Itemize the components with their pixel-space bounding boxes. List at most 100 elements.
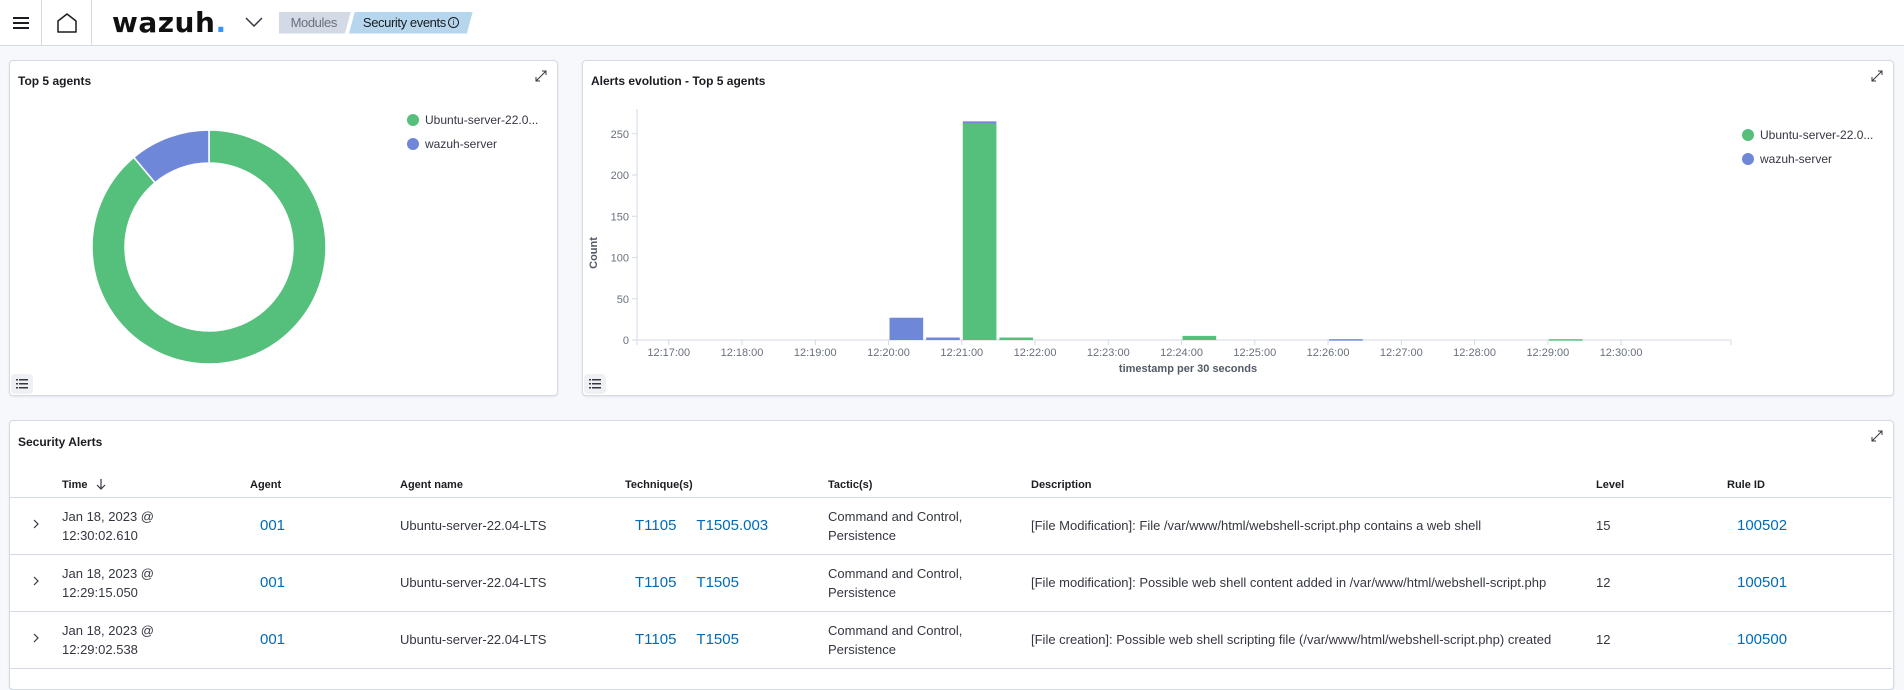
x-tick-label: 12:20:00 (867, 347, 910, 359)
row-expand-button[interactable] (10, 554, 62, 612)
col-header-rule-id[interactable]: Rule ID (1727, 473, 1892, 498)
top-agents-panel: Top 5 agents Ubuntu-server-22.0... wazuh… (9, 60, 558, 396)
col-header-label: Time (62, 479, 88, 492)
cell-level: 15 (1596, 497, 1727, 555)
col-header-description[interactable]: Description (1031, 473, 1596, 498)
logo-dot: . (215, 6, 227, 39)
col-header-tactics[interactable]: Tactic(s) (828, 473, 1031, 498)
x-tick-label: 12:17:00 (647, 347, 690, 359)
cell-description: [File Modification]: File /var/www/html/… (1031, 497, 1596, 555)
x-tick-label: 12:24:00 (1160, 347, 1203, 359)
list-icon (589, 379, 601, 389)
legend-item-ubuntu[interactable]: Ubuntu-server-22.0... (1742, 123, 1873, 147)
bar-legend: Ubuntu-server-22.0... wazuh-server (1742, 123, 1873, 171)
agent-link[interactable]: 001 (260, 517, 285, 534)
technique-link[interactable]: T1105 (635, 631, 676, 648)
rule-id-link[interactable]: 100501 (1737, 574, 1787, 591)
logo-dropdown-button[interactable] (245, 14, 263, 32)
cell-agent-name: Ubuntu-server-22.04-LTS (400, 554, 625, 612)
x-tick-label: 12:21:00 (940, 347, 983, 359)
rule-id-link[interactable]: 100502 (1737, 517, 1787, 534)
hamburger-menu-icon (12, 16, 29, 29)
bar-ubuntu-server-22-0-122100[interactable] (962, 123, 997, 340)
breadcrumb-security-events[interactable]: Security events i (349, 12, 473, 34)
breadcrumb-label: Modules (290, 15, 337, 30)
row-expand-button[interactable] (10, 611, 62, 669)
cell-tactics: Command and Control, Persistence (828, 611, 1031, 669)
table-row[interactable]: Jan 18, 2023 @ 12:30:02.610 001 Ubuntu-se… (10, 497, 1892, 555)
technique-link[interactable]: T1105 (635, 517, 676, 534)
agent-link[interactable]: 001 (260, 631, 285, 648)
security-alerts-panel: Security Alerts Time Agent Agent name Te… (9, 420, 1894, 690)
time-clock: 12:29:15.050 (62, 584, 138, 600)
x-tick-label: 12:30:00 (1600, 347, 1643, 359)
home-icon (56, 12, 77, 33)
time-clock: 12:30:02.610 (62, 527, 138, 543)
legend-label: Ubuntu-server-22.0... (1760, 128, 1874, 142)
security-alerts-table: Time Agent Agent name Technique(s) Tacti… (10, 473, 1892, 669)
col-header-time[interactable]: Time (62, 473, 250, 498)
technique-link[interactable]: T1105 (635, 574, 676, 591)
home-button[interactable] (42, 0, 92, 46)
donut-slice-ubuntu-server-22-04-lts[interactable] (91, 129, 327, 365)
x-tick-label: 12:29:00 (1526, 347, 1569, 359)
chevron-down-icon (245, 16, 263, 27)
x-tick-label: 12:26:00 (1307, 347, 1350, 359)
bar-wazuh-server-122030[interactable] (926, 337, 960, 340)
technique-link[interactable]: T1505 (696, 574, 739, 591)
bar-wazuh-server-122100[interactable] (962, 121, 997, 124)
cell-techniques: T1105 T1505 (625, 554, 828, 612)
legend-item-wazuh-server[interactable]: wazuh-server (1742, 147, 1873, 171)
toggle-legend-button[interactable] (11, 374, 33, 394)
legend-swatch (1742, 129, 1754, 141)
technique-link[interactable]: T1505 (696, 631, 739, 648)
bar-chart: Count timestamp per 30 seconds 0 50 100 150… (588, 109, 1732, 375)
breadcrumb-modules[interactable]: Modules (279, 12, 351, 34)
technique-link[interactable]: T1505.003 (696, 517, 768, 534)
top-nav-bar: wazuh. Modules Security events i (0, 0, 1904, 46)
bar-wazuh-server-122000[interactable] (889, 317, 924, 340)
y-tick-label: 100 (611, 253, 629, 265)
time-clock: 12:29:02.538 (62, 641, 138, 657)
legend-swatch (1742, 153, 1754, 165)
time-date: Jan 18, 2023 @ (62, 508, 154, 524)
x-tick-label: 12:19:00 (794, 347, 837, 359)
cell-rule-id: 100502 (1727, 497, 1892, 555)
agent-link[interactable]: 001 (260, 574, 285, 591)
logo-text: wazuh (112, 6, 216, 39)
cell-level: 12 (1596, 554, 1727, 612)
legend-label: Ubuntu-server-22.0... (425, 113, 539, 127)
cell-techniques: T1105 T1505.003 (625, 497, 828, 555)
legend-item-wazuh-server[interactable]: wazuh-server (407, 132, 538, 156)
table-row[interactable]: Jan 18, 2023 @ 12:29:15.050 001 Ubuntu-se… (10, 554, 1892, 612)
wazuh-logo[interactable]: wazuh. (112, 6, 227, 39)
time-date: Jan 18, 2023 @ (62, 622, 154, 638)
col-header-agent-name[interactable]: Agent name (400, 473, 625, 498)
x-tick-label: 12:23:00 (1087, 347, 1130, 359)
cell-techniques: T1105 T1505 (625, 611, 828, 669)
bar-ubuntu-server-22-0-122400[interactable] (1182, 335, 1217, 340)
col-header-level[interactable]: Level (1596, 473, 1727, 498)
bar-wazuh-server-122600[interactable] (1329, 339, 1363, 341)
y-tick-label: 250 (611, 129, 629, 141)
rule-id-link[interactable]: 100500 (1737, 631, 1787, 648)
table-row[interactable]: Jan 18, 2023 @ 12:29:02.538 001 Ubuntu-se… (10, 611, 1892, 669)
breadcrumb: Modules Security events i (279, 12, 473, 34)
legend-swatch (407, 138, 419, 150)
table-header-row: Time Agent Agent name Technique(s) Tacti… (10, 473, 1892, 498)
expand-button[interactable] (1869, 428, 1885, 444)
info-icon[interactable]: i (448, 17, 459, 28)
bar-ubuntu-server-22-0-122130[interactable] (999, 337, 1034, 340)
menu-button[interactable] (0, 0, 42, 46)
legend-item-ubuntu[interactable]: Ubuntu-server-22.0... (407, 108, 538, 132)
expand-icon (1871, 430, 1883, 442)
col-header-techniques[interactable]: Technique(s) (625, 473, 828, 498)
tactic-text: Command and Control, (828, 565, 963, 581)
col-header-agent[interactable]: Agent (250, 473, 400, 498)
toggle-legend-button[interactable] (584, 374, 606, 394)
legend-swatch (407, 114, 419, 126)
tactic-text: Command and Control, (828, 622, 963, 638)
bar-ubuntu-server-22-0-122900[interactable] (1548, 339, 1583, 341)
row-expand-button[interactable] (10, 497, 62, 555)
x-tick-label: 12:25:00 (1233, 347, 1276, 359)
